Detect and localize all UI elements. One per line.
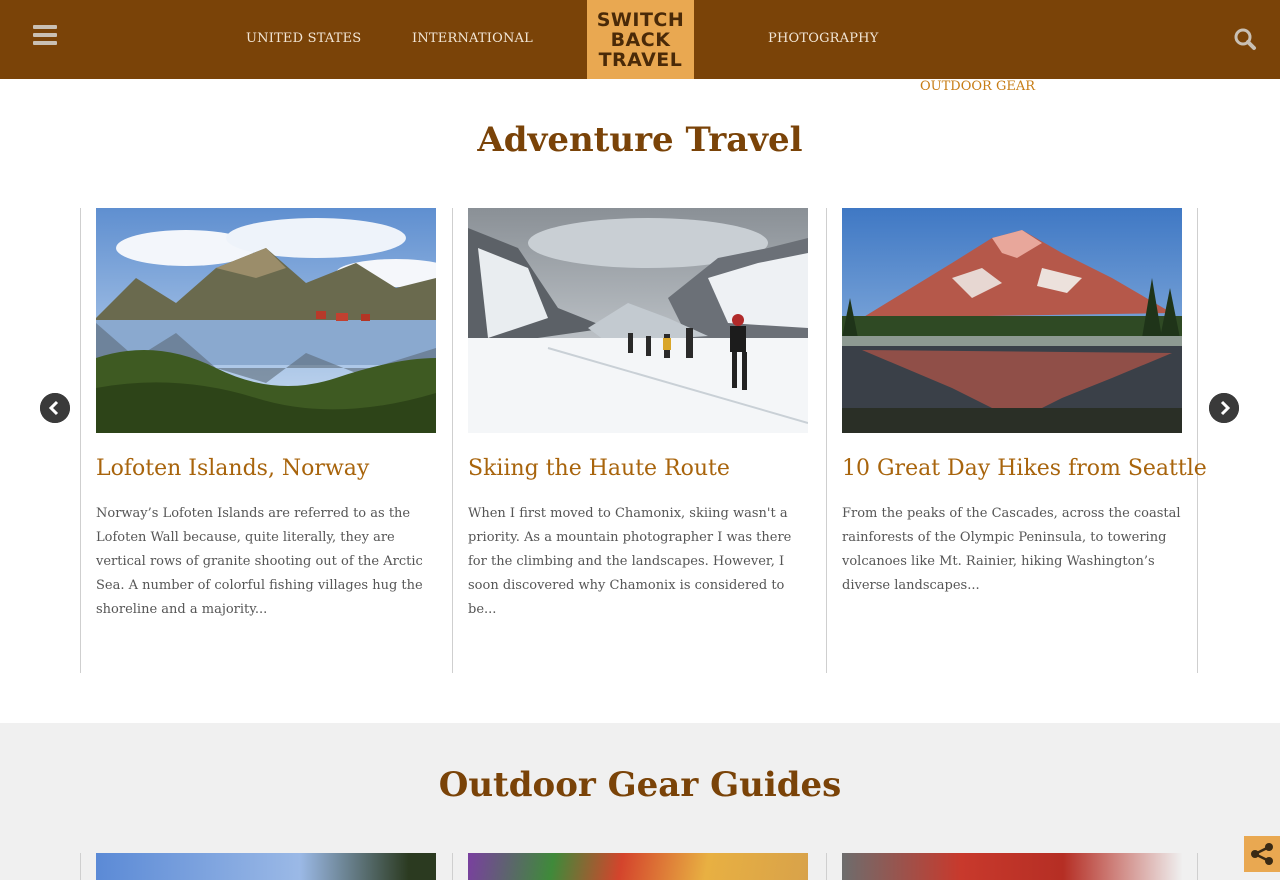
logo-line-2: BACK	[610, 28, 671, 51]
nav-link-international[interactable]: INTERNATIONAL	[412, 31, 533, 46]
logo-line-3: TRAVEL	[598, 48, 683, 71]
section-title-adventure-travel: Adventure Travel	[477, 120, 803, 160]
nav-link-outdoor-gear[interactable]: OUTDOOR GEAR	[920, 79, 1035, 94]
gear-card	[80, 853, 452, 880]
article-image-haute-route[interactable]	[468, 208, 808, 433]
article-card: 10 Great Day Hikes from Seattle From the…	[826, 208, 1207, 673]
article-title[interactable]: Lofoten Islands, Norway	[96, 456, 448, 481]
article-excerpt: When I first moved to Chamonix, skiing w…	[468, 506, 792, 617]
article-title[interactable]: Skiing the Haute Route	[468, 456, 820, 481]
article-card: Skiing the Haute Route When I first move…	[452, 208, 824, 673]
article-image-lofoten[interactable]	[96, 208, 436, 433]
top-navigation-bar: UNITED STATES INTERNATIONAL SWITCH BACK …	[0, 0, 1280, 79]
gear-card	[452, 853, 824, 880]
share-icon	[1251, 843, 1273, 865]
section-title-outdoor-gear-guides: Outdoor Gear Guides	[438, 765, 842, 805]
logo-line-1: SWITCH	[596, 8, 685, 31]
gear-image-1[interactable]	[96, 853, 436, 880]
gear-card	[826, 853, 1198, 880]
chevron-right-icon	[1209, 393, 1239, 423]
article-card: Lofoten Islands, Norway Norway’s Lofoten…	[80, 208, 452, 673]
site-logo[interactable]: SWITCH BACK TRAVEL	[587, 0, 694, 79]
carousel-prev-button[interactable]	[40, 393, 70, 423]
gear-image-2[interactable]	[468, 853, 808, 880]
article-excerpt: Norway’s Lofoten Islands are referred to…	[96, 506, 423, 617]
nav-link-united-states[interactable]: UNITED STATES	[246, 31, 361, 46]
carousel-next-button[interactable]	[1209, 393, 1239, 423]
article-image-seattle-hikes[interactable]	[842, 208, 1182, 433]
menu-icon[interactable]	[33, 25, 57, 45]
search-icon[interactable]	[1233, 27, 1257, 51]
share-button[interactable]	[1244, 836, 1280, 872]
article-title[interactable]: 10 Great Day Hikes from Seattle	[842, 456, 1207, 481]
nav-link-photography[interactable]: PHOTOGRAPHY	[768, 31, 879, 46]
chevron-left-icon	[40, 393, 70, 423]
article-excerpt: From the peaks of the Cascades, across t…	[842, 506, 1181, 593]
gear-image-3[interactable]	[842, 853, 1182, 880]
